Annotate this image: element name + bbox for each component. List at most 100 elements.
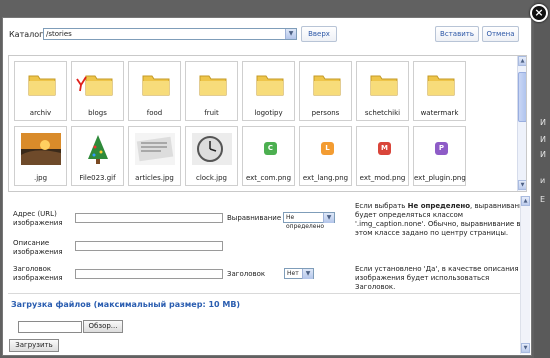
plugin-icon: P bbox=[435, 142, 448, 155]
description-input[interactable] bbox=[75, 241, 223, 251]
tile-label: clock.jpg bbox=[195, 174, 228, 182]
note-bold-text: Не определено bbox=[407, 202, 471, 210]
file-gallery: archiv blogs food fruit logotipy persons… bbox=[8, 55, 527, 192]
catalog-select[interactable]: /stories ▼ bbox=[43, 28, 297, 40]
caption-value: Нет bbox=[287, 270, 299, 277]
align-value: Не определено bbox=[286, 214, 325, 230]
folder-tile-schetchiki[interactable]: schetchiki bbox=[356, 61, 409, 121]
folder-tile-food[interactable]: food bbox=[128, 61, 181, 121]
tile-label: .jpg bbox=[33, 174, 48, 182]
upload-button[interactable]: Загрузить bbox=[9, 339, 59, 352]
upload-title: Загрузка файлов (максимальный размер: 10… bbox=[11, 300, 241, 309]
caption-note: Если установлено 'Да', в качестве описан… bbox=[355, 265, 519, 273]
folder-icon bbox=[199, 75, 227, 96]
file-tile[interactable]: P ext_plugin.png bbox=[413, 126, 466, 186]
cancel-button[interactable]: Отмена bbox=[482, 26, 519, 42]
tile-label: archiv bbox=[29, 109, 52, 117]
tile-label: persons bbox=[311, 109, 340, 117]
file-input[interactable] bbox=[18, 321, 82, 333]
align-label: Выравнивание bbox=[227, 214, 282, 222]
file-tile[interactable]: C ext_com.png bbox=[242, 126, 295, 186]
align-note: '.img_caption.none'. Обычно, выравнивани… bbox=[355, 220, 521, 228]
backdrop-text: И bbox=[540, 118, 546, 127]
note-text: Если выбрать bbox=[355, 202, 408, 210]
backdrop-text: и bbox=[540, 176, 546, 185]
image-insert-dialog: Каталог /stories ▼ Вверх Вставить Отмена… bbox=[2, 17, 532, 356]
folder-icon bbox=[28, 75, 56, 96]
dialog-scrollbar[interactable]: ▲ ▼ bbox=[520, 196, 530, 354]
folder-tile-watermark[interactable]: watermark bbox=[413, 61, 466, 121]
align-note: будет определяться классом bbox=[355, 211, 464, 219]
chevron-down-icon[interactable]: ▼ bbox=[302, 269, 313, 279]
tile-label: logotipy bbox=[254, 109, 283, 117]
folder-icon bbox=[142, 75, 170, 96]
gallery-scrollbar[interactable]: ▲ ▼ bbox=[517, 56, 526, 191]
url-input[interactable] bbox=[75, 213, 223, 223]
folder-icon bbox=[85, 75, 113, 96]
tile-label: ext_lang.png bbox=[302, 174, 349, 182]
folder-icon bbox=[313, 75, 341, 96]
tile-label: ext_com.png bbox=[245, 174, 292, 182]
scroll-up-icon[interactable]: ▲ bbox=[518, 56, 526, 66]
tile-label: food bbox=[146, 109, 163, 117]
folder-tile-blogs[interactable]: blogs bbox=[71, 61, 124, 121]
file-tile[interactable]: articles.jpg bbox=[128, 126, 181, 186]
browse-button[interactable]: Обзор... bbox=[83, 320, 123, 333]
tile-label: fruit bbox=[204, 109, 219, 117]
caption-select[interactable]: Нет ▼ bbox=[284, 268, 314, 279]
caption-label: Заголовок bbox=[227, 270, 266, 278]
folder-tile-logotipy[interactable]: logotipy bbox=[242, 61, 295, 121]
align-note: этом классе задано по центру страницы. bbox=[355, 229, 509, 237]
tile-label: ext_mod.png bbox=[359, 174, 406, 182]
clock-thumbnail bbox=[192, 133, 232, 165]
tile-label: ext_plugin.png bbox=[414, 174, 466, 182]
url-label-line2: изображения bbox=[13, 219, 63, 227]
desc-label-line2: изображения bbox=[13, 248, 63, 256]
folder-tile-archiv[interactable]: archiv bbox=[14, 61, 67, 121]
catalog-value: /stories bbox=[46, 30, 72, 38]
chevron-down-icon[interactable]: ▼ bbox=[323, 213, 334, 223]
file-tile[interactable]: File023.gif bbox=[71, 126, 124, 186]
sunset-thumbnail bbox=[21, 133, 61, 165]
red-mark-annotation bbox=[76, 76, 87, 92]
tile-label: File023.gif bbox=[79, 174, 116, 182]
tile-label: schetchiki bbox=[364, 109, 401, 117]
backdrop-text: И bbox=[540, 150, 546, 159]
insert-button[interactable]: Вставить bbox=[435, 26, 479, 42]
backdrop-text: Е bbox=[540, 195, 546, 204]
folder-tile-fruit[interactable]: fruit bbox=[185, 61, 238, 121]
up-button[interactable]: Вверх bbox=[301, 26, 337, 42]
tile-label: blogs bbox=[88, 109, 107, 117]
language-icon: L bbox=[321, 142, 334, 155]
articles-thumbnail bbox=[135, 133, 175, 165]
folder-icon bbox=[256, 75, 284, 96]
file-tile[interactable]: M ext_mod.png bbox=[356, 126, 409, 186]
folder-icon bbox=[370, 75, 398, 96]
desc-label: Описание bbox=[13, 239, 50, 247]
scrollbar-thumb[interactable] bbox=[518, 72, 526, 122]
folder-tile-persons[interactable]: persons bbox=[299, 61, 352, 121]
align-select[interactable]: Не определено ▼ bbox=[283, 212, 335, 230]
module-icon: M bbox=[378, 142, 391, 155]
url-label: Адрес (URL) bbox=[13, 210, 57, 218]
close-icon[interactable]: × bbox=[530, 4, 548, 22]
backdrop-text: И bbox=[540, 135, 546, 144]
file-tile[interactable]: .jpg bbox=[14, 126, 67, 186]
file-tile[interactable]: clock.jpg bbox=[185, 126, 238, 186]
component-icon: C bbox=[264, 142, 277, 155]
scroll-down-icon[interactable]: ▼ bbox=[521, 343, 530, 353]
title-input[interactable] bbox=[75, 269, 223, 279]
tile-label: articles.jpg bbox=[135, 174, 174, 182]
tile-label: watermark bbox=[420, 109, 459, 117]
chevron-down-icon[interactable]: ▼ bbox=[285, 29, 296, 39]
title-label-line2: изображения bbox=[13, 274, 63, 282]
title-label: Заголовок bbox=[13, 265, 52, 273]
scroll-up-icon[interactable]: ▲ bbox=[521, 196, 530, 206]
file-tile[interactable]: L ext_lang.png bbox=[299, 126, 352, 186]
caption-note: изображения будет использоваться Заголов… bbox=[355, 274, 490, 291]
christmas-tree-thumbnail bbox=[78, 133, 118, 165]
divider bbox=[8, 293, 527, 294]
scroll-down-icon[interactable]: ▼ bbox=[518, 180, 526, 190]
align-note: Если выбрать Не определено, выравнивание bbox=[355, 202, 528, 211]
folder-icon bbox=[427, 75, 455, 96]
